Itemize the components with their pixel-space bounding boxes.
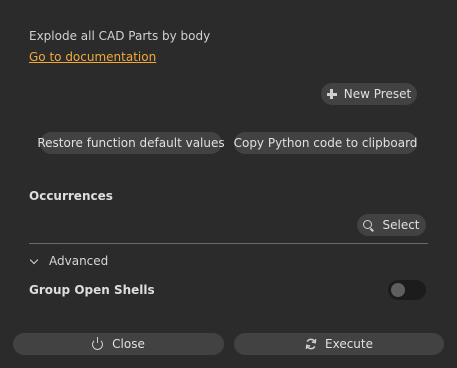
- copy-python-button[interactable]: Copy Python code to clipboard: [234, 132, 417, 154]
- documentation-link[interactable]: Go to documentation: [29, 50, 156, 64]
- close-label: Close: [112, 337, 145, 351]
- power-icon: [92, 336, 104, 350]
- plus-icon: [326, 89, 337, 99]
- section-divider: [29, 243, 428, 244]
- chevron-down-icon: [29, 255, 39, 264]
- search-icon: [363, 219, 373, 229]
- group-open-shells-label: Group Open Shells: [29, 283, 155, 297]
- new-preset-label: New Preset: [343, 87, 412, 101]
- refresh-icon: [305, 338, 317, 350]
- execute-button[interactable]: Execute: [234, 333, 444, 355]
- advanced-label: Advanced: [49, 254, 109, 268]
- occurrences-label: Occurrences: [29, 189, 113, 203]
- toggle-knob: [391, 283, 405, 297]
- new-preset-button[interactable]: New Preset: [321, 83, 417, 105]
- function-description: Explode all CAD Parts by body: [29, 29, 211, 43]
- group-open-shells-toggle[interactable]: [388, 280, 426, 300]
- restore-defaults-button[interactable]: Restore function default values: [37, 132, 225, 154]
- close-button[interactable]: Close: [13, 333, 224, 355]
- execute-label: Execute: [325, 337, 373, 351]
- select-label: Select: [382, 218, 420, 232]
- select-occurrences-button[interactable]: Select: [357, 214, 426, 236]
- advanced-section-toggle[interactable]: Advanced: [29, 254, 109, 268]
